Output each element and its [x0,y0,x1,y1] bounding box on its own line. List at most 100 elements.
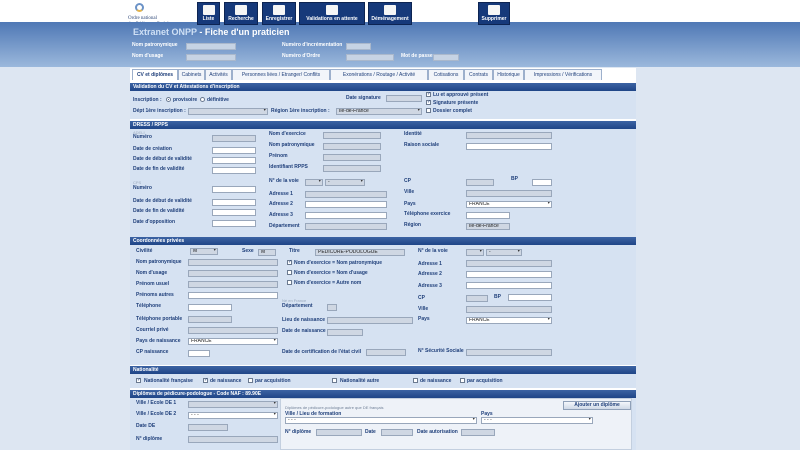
courriel-input[interactable] [188,327,278,334]
date-debut-validite-input[interactable] [212,157,256,164]
prenoms-autres-input[interactable] [188,292,278,299]
date-fin-validite-input[interactable] [212,167,256,174]
tab-historique[interactable]: Historique [493,69,524,80]
coord-adresse3-input[interactable] [466,282,552,289]
sexe-input[interactable]: M [258,249,276,256]
autre-par-acquisition-checkbox[interactable] [460,378,465,383]
autre-date-input[interactable] [381,429,413,436]
diplome-pays-select[interactable]: - - - [481,417,593,424]
nav-supprimer-button[interactable]: Supprimer [478,2,510,25]
definitive-radio[interactable] [200,97,205,102]
tab-activites[interactable]: Activités [205,69,232,80]
autre-de-naissance-checkbox[interactable] [413,378,418,383]
coord-adresse2-input[interactable] [466,271,552,278]
nav-enregistrer-button[interactable]: Enregistrer [262,2,296,25]
signature-presente-checkbox[interactable]: ✓ [426,100,431,105]
dress-bp-input[interactable] [532,179,552,186]
date-signature-label: Date signature [346,95,381,101]
identite-input[interactable] [466,132,552,139]
dress-nom-patronymique-input[interactable] [323,143,381,150]
cps-date-debut-input[interactable] [212,199,256,206]
nav-liste-button[interactable]: Liste [197,2,220,25]
dress-voie-type-select[interactable]: - [325,179,365,186]
no-secu-input[interactable] [466,349,552,356]
nom-exercice-input[interactable] [323,132,381,139]
dress-no-voie-select[interactable] [305,179,323,186]
lu-approuve-checkbox[interactable]: ✓ [426,92,431,97]
prenom-input[interactable] [323,154,381,161]
raison-sociale-input[interactable] [466,143,552,150]
ville-lieu-formation-select[interactable]: - - - [285,417,477,424]
titre-input[interactable]: PEDICURE-PODOLOGUE [315,249,405,256]
tel-portable-input[interactable] [188,316,232,323]
tab-cabinets[interactable]: Cabinets [178,69,205,80]
nom-patronymique-value [186,43,236,50]
opt-autre-nom-checkbox[interactable] [287,280,292,285]
opt-nom-usage-checkbox[interactable] [287,270,292,275]
dress-adresse1-input[interactable] [305,191,387,198]
dress-pays-select[interactable]: FRANCE [466,201,552,208]
coord-cp-input[interactable] [466,295,488,302]
telephone-input[interactable] [188,304,232,311]
date-de-input[interactable] [188,424,228,431]
cp-naissance-input[interactable] [188,350,210,357]
dress-adresse2-input[interactable] [305,201,387,208]
region-inscription-select[interactable]: Île-de-France [336,108,422,115]
dossier-complet-checkbox[interactable] [426,108,431,113]
tel-exercice-input[interactable] [466,212,510,219]
par-acquisition-checkbox[interactable] [248,378,253,383]
coord-voie-type-select[interactable]: - [486,249,522,256]
provisoire-radio[interactable] [166,97,171,102]
coord-nom-patronymique-label: Nom patronymique [136,259,182,265]
coord-nom-patronymique-input[interactable] [188,259,278,266]
ville-ecole-2-select[interactable]: - - - [188,412,278,419]
autre-no-diplome-input[interactable] [316,429,362,436]
coord-pays-select[interactable]: FRANCE [466,317,552,324]
civilite-label: Civilité [136,248,153,254]
tab-personnes-liees[interactable]: Personnes liées / Etranger/ Conflits [232,69,330,80]
coord-nom-usage-input[interactable] [188,270,278,277]
tab-impressions[interactable]: Impressions / Vérifications [524,69,602,80]
nationalite-autre-checkbox[interactable] [332,378,337,383]
date-creation-input[interactable] [212,147,256,154]
ville-ecole-1-select[interactable] [188,401,278,408]
de-naissance-checkbox[interactable]: ✓ [203,378,208,383]
dress-adresse3-input[interactable] [305,212,387,219]
coord-adresse1-input[interactable] [466,260,552,267]
date-autorisation-input[interactable] [461,429,495,436]
opt-nom-patronymique-checkbox[interactable]: ✓ [287,260,292,265]
dress-departement-input[interactable] [305,223,387,230]
dress-region-input[interactable]: Île-de-France [466,223,510,230]
coord-no-voie-select[interactable] [466,249,484,256]
date-naissance-input[interactable] [327,329,363,336]
coord-bp-input[interactable] [508,294,552,301]
identifiant-rpps-input[interactable] [323,165,381,172]
section-coordonnees: Civilité M Sexe M Titre PEDICURE-PODOLOG… [130,245,636,365]
coord-departement-input[interactable] [327,304,337,311]
cps-date-fin-input[interactable] [212,209,256,216]
dress-cp-input[interactable] [466,179,494,186]
cps-numero-input[interactable] [212,186,256,193]
tab-exonerations[interactable]: Exonérations / Routage / Activité [330,69,428,80]
prenom-usuel-input[interactable] [188,281,278,288]
nav-recherche-button[interactable]: Recherche [224,2,258,25]
pays-naissance-select[interactable]: FRANCE [188,338,278,345]
tab-cotisations[interactable]: Cotisations [428,69,464,80]
dress-pays-label: Pays [404,201,416,207]
no-diplome-input[interactable] [188,436,278,443]
nav-validations-button[interactable]: Validations en attente [299,2,365,25]
coord-ville-input[interactable] [466,306,552,313]
dept-inscription-select[interactable] [188,108,268,115]
adeli-numero-input[interactable] [212,135,256,142]
date-certification-input[interactable] [366,349,406,356]
date-signature-input[interactable] [386,95,422,102]
tab-cv-diplomes[interactable]: CV et diplômes [132,69,178,80]
civilite-select[interactable]: M [190,248,218,255]
ajouter-diplome-button[interactable]: Ajouter un diplôme [563,401,631,410]
lieu-naissance-input[interactable] [327,317,413,324]
nav-demenagement-button[interactable]: Déménagement [368,2,412,25]
nationalite-francaise-checkbox[interactable]: ✓ [136,378,141,383]
tab-contrats[interactable]: Contrats [464,69,493,80]
date-opposition-input[interactable] [212,220,256,227]
dress-ville-input[interactable] [466,190,552,197]
